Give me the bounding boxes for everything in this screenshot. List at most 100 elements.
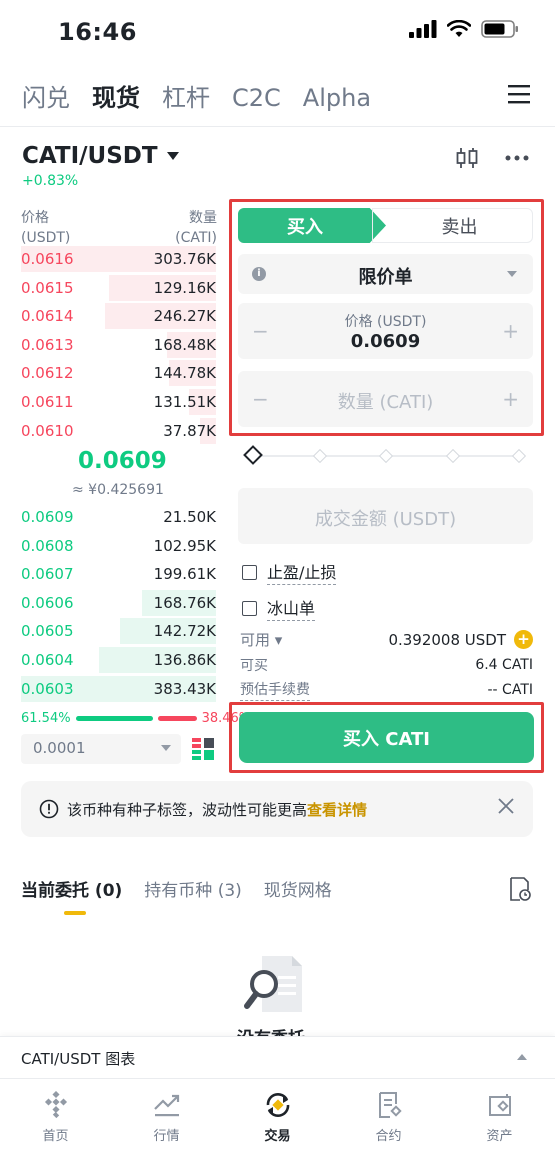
slider-mark-100[interactable] bbox=[511, 448, 527, 464]
notice-details-link[interactable]: 查看详情 bbox=[307, 799, 367, 820]
bid-row[interactable]: 0.0604 136.86K bbox=[0, 647, 216, 676]
alert-circle-icon bbox=[39, 799, 59, 819]
row-price: 0.0616 bbox=[21, 250, 74, 268]
tp-sl-checkbox[interactable] bbox=[242, 564, 257, 580]
ask-row[interactable]: 0.0615 129.16K bbox=[0, 274, 216, 304]
bid-row[interactable]: 0.0605 142.72K bbox=[0, 618, 216, 647]
order-type-select[interactable]: i 限价单 bbox=[238, 254, 533, 294]
tab-convert[interactable]: 闪兑 bbox=[22, 78, 70, 113]
mid-price-cny: ≈ ¥0.425691 bbox=[72, 482, 164, 498]
bid-row[interactable]: 0.0608 102.95K bbox=[0, 533, 216, 562]
tab-margin[interactable]: 杠杆 bbox=[162, 78, 210, 113]
bid-row[interactable]: 0.0603 383.43K bbox=[0, 675, 216, 705]
cellular-signal-icon bbox=[409, 20, 437, 38]
pair-symbol: CATI/USDT bbox=[22, 143, 158, 169]
caret-up-icon bbox=[517, 1054, 527, 1060]
status-icons bbox=[409, 20, 519, 38]
tab-open-orders[interactable]: 当前委托 (0) bbox=[21, 876, 122, 901]
ask-row[interactable]: 0.0611 131.51K bbox=[0, 389, 216, 418]
ob-price-header: 价格 (USDT) bbox=[21, 208, 70, 248]
ask-row[interactable]: 0.0612 144.78K bbox=[0, 360, 216, 389]
tab-sell[interactable]: 卖出 bbox=[372, 208, 533, 243]
total-input[interactable]: 成交金额 (USDT) bbox=[238, 488, 533, 544]
bid-row[interactable]: 0.0609 21.50K bbox=[0, 504, 216, 533]
quantity-increase-button[interactable]: + bbox=[502, 387, 519, 411]
price-input[interactable]: − 价格 (USDT) 0.0609 + bbox=[238, 303, 533, 359]
row-quantity: 144.78K bbox=[153, 364, 216, 383]
nav-wallet[interactable]: 资产 bbox=[460, 1091, 540, 1168]
status-time: 16:46 bbox=[58, 18, 137, 46]
row-quantity: 21.50K bbox=[163, 508, 216, 526]
slider-mark-25[interactable] bbox=[312, 448, 328, 464]
row-price: 0.0609 bbox=[21, 508, 74, 526]
bid-row[interactable]: 0.0607 199.61K bbox=[0, 561, 216, 590]
row-quantity: 168.76K bbox=[153, 593, 216, 612]
iceberg-label: 冰山单 bbox=[267, 595, 316, 621]
tab-alpha[interactable]: Alpha bbox=[303, 84, 371, 112]
nav-trade[interactable]: 交易 bbox=[238, 1091, 318, 1168]
trade-icon bbox=[266, 1093, 289, 1117]
row-price: 0.0606 bbox=[21, 593, 74, 612]
pair-change: +0.83% bbox=[22, 173, 79, 189]
row-quantity: 102.95K bbox=[153, 536, 216, 555]
notice-text: 该币种有种子标签，波动性可能更高 bbox=[67, 800, 308, 819]
tab-holdings[interactable]: 持有币种 (3) bbox=[144, 876, 241, 901]
nav-home-label: 首页 bbox=[42, 1129, 69, 1144]
ask-row[interactable]: 0.0614 246.27K bbox=[0, 303, 216, 332]
row-quantity: 142.72K bbox=[153, 622, 216, 641]
bid-row[interactable]: 0.0606 168.76K bbox=[0, 589, 216, 619]
order-history-icon[interactable] bbox=[508, 876, 532, 902]
pair-selector[interactable]: CATI/USDT bbox=[22, 143, 180, 169]
buy-sell-ratio: 61.54% 38.46% bbox=[21, 711, 251, 726]
tab-c2c[interactable]: C2C bbox=[232, 84, 281, 112]
chart-toggle-bar[interactable]: CATI/USDT 图表 bbox=[0, 1036, 555, 1078]
seed-tag-notice: 该币种有种子标签，波动性可能更高 查看详情 bbox=[21, 781, 533, 837]
price-increase-button[interactable]: + bbox=[502, 319, 519, 343]
more-icon[interactable] bbox=[505, 155, 529, 161]
mid-price[interactable]: 0.0609 bbox=[78, 448, 167, 474]
deposit-plus-icon[interactable]: + bbox=[514, 630, 533, 649]
tp-sl-option[interactable]: 止盈/止损 bbox=[242, 559, 337, 585]
nav-futures[interactable]: 合约 bbox=[349, 1091, 429, 1168]
orderbook-layout-icon[interactable] bbox=[192, 738, 214, 760]
price-value[interactable]: 0.0609 bbox=[238, 331, 533, 352]
row-price: 0.0611 bbox=[21, 393, 74, 411]
pair-actions bbox=[455, 146, 529, 170]
candlestick-chart-icon[interactable] bbox=[455, 146, 479, 170]
slider-mark-50[interactable] bbox=[378, 448, 394, 464]
iceberg-checkbox[interactable] bbox=[242, 600, 257, 616]
quantity-input[interactable]: − 数量 (CATI) + bbox=[238, 371, 533, 427]
fee-label[interactable]: 预估手续费 bbox=[240, 679, 310, 701]
chart-toggle-label: CATI/USDT 图表 bbox=[21, 1050, 136, 1068]
close-icon[interactable] bbox=[497, 797, 515, 815]
slider-mark-75[interactable] bbox=[445, 448, 461, 464]
nav-home[interactable]: 首页 bbox=[16, 1091, 96, 1168]
nav-markets[interactable]: 行情 bbox=[127, 1091, 207, 1168]
wifi-icon bbox=[447, 20, 471, 37]
precision-select[interactable]: 0.0001 bbox=[21, 734, 181, 764]
buy-ratio: 61.54% bbox=[21, 711, 71, 726]
buy-ratio-bar bbox=[75, 716, 153, 721]
buy-cati-button[interactable]: 买入 CATI bbox=[239, 712, 534, 763]
ob-price-header-unit: (USDT) bbox=[21, 230, 71, 246]
price-label: 价格 (USDT) bbox=[344, 314, 427, 330]
ask-row[interactable]: 0.0610 37.87K bbox=[0, 417, 216, 447]
row-quantity: 303.76K bbox=[153, 250, 216, 268]
row-price: 0.0614 bbox=[21, 307, 74, 326]
menu-icon[interactable] bbox=[508, 84, 530, 104]
can-buy-value: 6.4 CATI bbox=[475, 657, 533, 673]
row-quantity: 131.51K bbox=[153, 393, 216, 411]
tab-buy[interactable]: 买入 bbox=[238, 208, 386, 243]
row-quantity: 37.87K bbox=[163, 421, 216, 440]
iceberg-option[interactable]: 冰山单 bbox=[242, 595, 316, 621]
available-label[interactable]: 可用 ▾ bbox=[240, 629, 282, 650]
available-value: 0.392008 USDT bbox=[388, 630, 506, 649]
quantity-placeholder: 数量 (CATI) bbox=[337, 392, 434, 413]
available-amount: 0.392008 USDT + bbox=[388, 630, 533, 649]
tab-spot-grid[interactable]: 现货网格 bbox=[264, 876, 332, 901]
ask-row[interactable]: 0.0613 168.48K bbox=[0, 331, 216, 361]
tab-spot[interactable]: 现货 bbox=[92, 78, 140, 113]
slider-handle[interactable] bbox=[243, 445, 263, 465]
ask-row[interactable]: 0.0616 303.76K bbox=[0, 246, 216, 275]
caret-down-icon bbox=[166, 152, 179, 160]
